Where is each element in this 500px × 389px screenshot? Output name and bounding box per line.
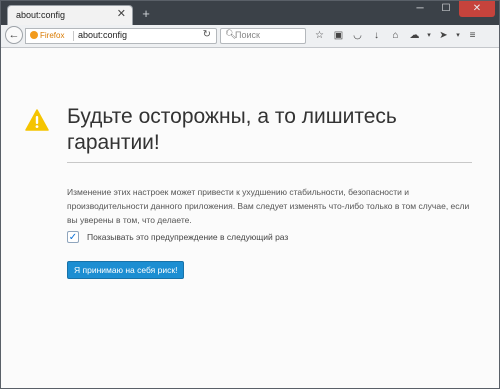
new-tab-button[interactable]: +	[139, 7, 153, 21]
close-window-button[interactable]: ✕	[459, 1, 495, 17]
search-placeholder: Поиск	[235, 30, 260, 40]
home-icon[interactable]: ⌂	[386, 27, 405, 45]
clipboard-icon[interactable]: ▣	[329, 27, 348, 45]
star-icon[interactable]: ☆	[310, 27, 329, 45]
page-title: Будьте осторожны, а то лишитесь гарантии…	[67, 105, 397, 154]
toolbar-icons: ☆ ▣ ◡ ↓ ⌂ ☁ ▾ ➤ ▾ ≡	[310, 27, 482, 45]
show-warning-label[interactable]: Показывать это предупреждение в следующи…	[87, 232, 288, 242]
identity-label: Firefox	[40, 31, 65, 40]
page-content: Будьте осторожны, а то лишитесь гарантии…	[1, 48, 499, 388]
menu-icon[interactable]: ≡	[463, 27, 482, 45]
maximize-button[interactable]: ☐	[433, 1, 459, 17]
download-icon[interactable]: ↓	[367, 27, 386, 45]
warning-description: Изменение этих настроек может привести к…	[67, 187, 470, 225]
extension-icon[interactable]: ➤	[434, 27, 453, 45]
warning-icon	[25, 109, 49, 131]
dropdown-icon[interactable]: ▾	[424, 27, 434, 45]
accept-risk-button[interactable]: Я принимаю на себя риск!	[67, 261, 185, 279]
firefox-logo-icon	[30, 31, 38, 39]
window-controls: ─ ☐ ✕	[407, 1, 495, 17]
url-separator	[73, 31, 74, 41]
chat-icon[interactable]: ☁	[405, 27, 424, 45]
tab-title: about:config	[16, 10, 66, 20]
search-input[interactable]: 🔍︎ Поиск	[220, 28, 306, 44]
dropdown-icon[interactable]: ▾	[453, 27, 463, 45]
show-warning-checkbox[interactable]: ✓	[67, 231, 79, 243]
identity-box[interactable]: Firefox	[30, 31, 64, 40]
navigation-toolbar: ← Firefox about:config ↻ 🔍︎ Поиск ☆ ▣ ◡ …	[1, 25, 499, 48]
back-button[interactable]: ←	[5, 26, 23, 44]
title-divider	[67, 162, 472, 163]
reload-icon[interactable]: ↻	[203, 29, 211, 40]
minimize-button[interactable]: ─	[407, 1, 433, 17]
tab-close-icon[interactable]: ✕	[117, 8, 126, 20]
url-text[interactable]: about:config	[78, 30, 127, 40]
tab-about-config[interactable]: about:config ✕	[7, 5, 133, 25]
tab-strip: about:config ✕ + ─ ☐ ✕	[1, 1, 499, 25]
browser-window: about:config ✕ + ─ ☐ ✕ ← Firefox about:c…	[0, 0, 500, 389]
pocket-icon[interactable]: ◡	[348, 27, 367, 45]
url-bar[interactable]: Firefox about:config ↻	[25, 28, 217, 44]
